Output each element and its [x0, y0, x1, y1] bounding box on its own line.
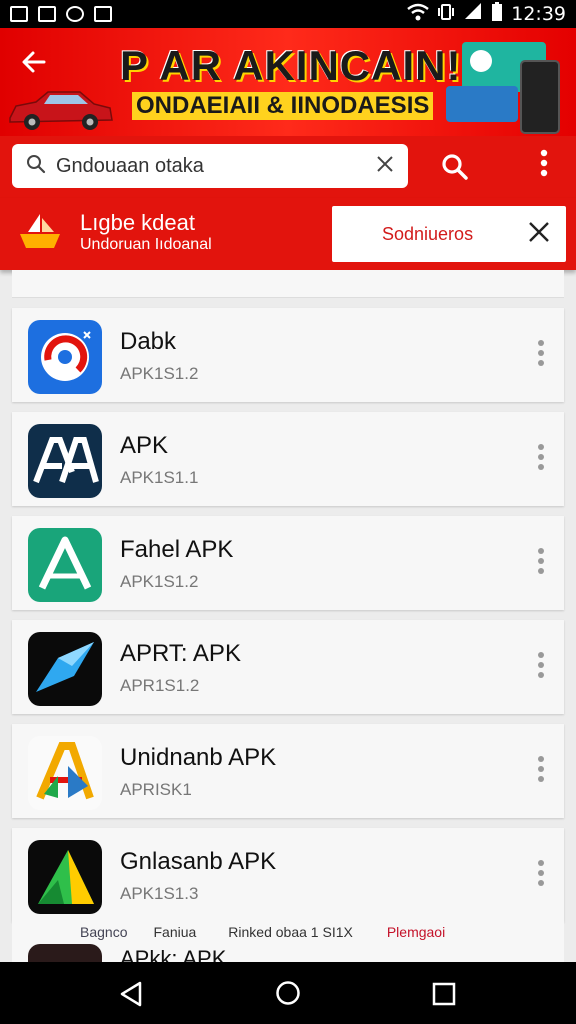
search-query[interactable]: Gndouaan otaka — [56, 155, 376, 178]
system-nav-bar — [0, 962, 576, 1024]
app-list: Dabk APK1S1.2 APK APK1S1.1 Fahel APK APK… — [12, 270, 564, 922]
banner-title: P AR AKINCAIN! — [120, 42, 462, 89]
dismiss-icon[interactable] — [528, 218, 550, 250]
list-item-partial — [12, 270, 564, 298]
app-version: APK1S1.2 — [120, 572, 199, 591]
notification-photo-icon — [94, 6, 112, 22]
back-arrow-icon[interactable] — [20, 48, 48, 84]
item-menu-icon[interactable] — [538, 548, 544, 578]
app-version: APK1S1.1 — [120, 468, 199, 487]
phone-image-icon — [520, 60, 560, 134]
notification-action-label[interactable]: Sodniueros — [382, 224, 473, 245]
app-name: Dabk — [120, 328, 177, 355]
status-bar: 12:39 — [0, 0, 576, 28]
notification-image-icon — [10, 6, 28, 22]
promo-banner[interactable]: P AR AKINCAIN! ONDAEIAII & IINODAESIS — [0, 28, 576, 136]
list-item[interactable]: APK APK1S1.1 — [12, 412, 564, 506]
notification-shield-icon — [66, 6, 84, 22]
red-swirl-app-icon — [28, 320, 102, 394]
promo-graphic — [440, 38, 576, 134]
signal-icon — [463, 3, 483, 25]
green-a-app-icon — [28, 528, 102, 602]
partial-app-icon — [28, 944, 102, 962]
search-toolbar: Gndouaan otaka — [0, 136, 576, 198]
label-bagnco[interactable]: Bagnco — [80, 924, 127, 940]
wifi-icon — [407, 3, 430, 25]
item-menu-icon[interactable] — [538, 860, 544, 890]
status-time: 12:39 — [511, 3, 566, 25]
vibrate-icon — [437, 3, 455, 25]
item-menu-icon[interactable] — [538, 652, 544, 682]
notification-strip[interactable]: Lıgbe kdeat Undoruan Iıdoanal Sodniueros — [0, 198, 576, 270]
overflow-menu-icon[interactable] — [540, 148, 548, 178]
home-nav-icon[interactable] — [275, 980, 301, 1006]
green-triangle-app-icon — [28, 840, 102, 914]
list-item[interactable]: Dabk APK1S1.2 — [12, 308, 564, 402]
item-menu-icon[interactable] — [538, 756, 544, 786]
list-item[interactable]: Unidnanb APK APRISK1 — [12, 724, 564, 818]
item-menu-icon[interactable] — [538, 444, 544, 474]
notification-subtitle: Undoruan Iıdoanal — [80, 236, 212, 253]
notification-action[interactable]: Sodniueros — [332, 206, 566, 262]
list-item[interactable]: APRT: APK APR1S1.2 — [12, 620, 564, 714]
app-version: APRISK1 — [120, 780, 192, 799]
aa-letters-app-icon — [28, 424, 102, 498]
notification-title: Lıgbe kdeat — [80, 210, 195, 235]
notification-app-icon — [38, 6, 56, 22]
list-item-partial[interactable]: APkk: APK — [12, 942, 564, 962]
app-version: APR1S1.2 — [120, 676, 200, 695]
app-name: Gnlasanb APK — [120, 848, 277, 875]
colorful-a-app-icon — [28, 736, 102, 810]
item-menu-icon[interactable] — [538, 340, 544, 370]
car-image-icon — [9, 91, 113, 130]
search-icon — [26, 154, 46, 179]
back-nav-icon[interactable] — [118, 980, 144, 1008]
app-name: Fahel APK — [120, 536, 234, 563]
label-rinked[interactable]: Rinked obaa 1 SI1X — [228, 924, 353, 940]
blue-crystal-app-icon — [28, 632, 102, 706]
battery-icon — [491, 2, 503, 26]
label-plemgaoi[interactable]: Plemgaoi — [387, 924, 445, 940]
bottom-label-row: Bagnco Faniua Rinked obaa 1 SI1X Plemgao… — [12, 920, 564, 944]
list-item[interactable]: Fahel APK APK1S1.2 — [12, 516, 564, 610]
app-name: Unidnanb APK — [120, 744, 277, 771]
app-name: APkk: APK — [120, 946, 227, 962]
clear-search-icon[interactable] — [376, 153, 394, 179]
boat-logo-icon — [20, 214, 60, 248]
list-item[interactable]: Gnlasanb APK APK1S1.3 — [12, 828, 564, 922]
label-faniua[interactable]: Faniua — [153, 924, 196, 940]
app-name: APK — [120, 432, 169, 459]
search-input[interactable]: Gndouaan otaka — [12, 144, 408, 188]
app-version: APK1S1.3 — [120, 884, 199, 903]
app-version: APK1S1.2 — [120, 364, 199, 383]
recents-nav-icon[interactable] — [432, 982, 456, 1006]
search-button-icon[interactable] — [440, 152, 470, 187]
banner-subtitle: ONDAEIAII & IINODAESIS — [132, 92, 434, 120]
app-name: APRT: APK — [120, 640, 241, 667]
